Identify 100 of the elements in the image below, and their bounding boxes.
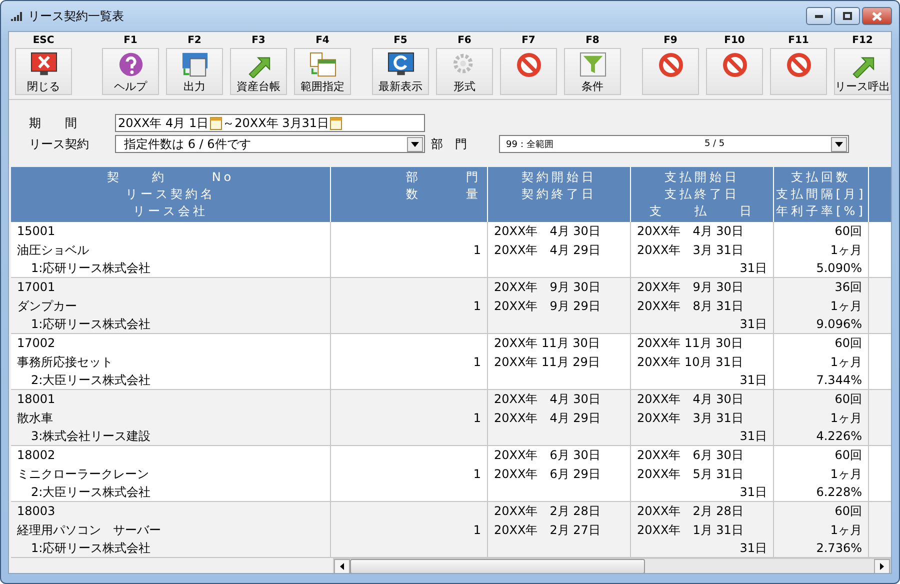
- filter-icon: [578, 51, 608, 78]
- column-header: 支払終了日: [664, 186, 740, 203]
- payment-day-cell-text: 31日: [740, 428, 767, 445]
- company-name: 1:応研リース株式会社: [30, 260, 151, 277]
- calendar-icon: [308, 51, 338, 78]
- dropdown-icon: [411, 142, 419, 146]
- contract-number: 17002: [17, 335, 56, 352]
- close-icon: [28, 51, 58, 78]
- contract-name: 経理用パソコン サーバー: [17, 522, 161, 538]
- scroll-right-button[interactable]: [874, 559, 890, 573]
- payment-count-cell-text: 60回: [834, 223, 862, 240]
- function-key-label: F9: [664, 34, 678, 48]
- field-label: 部 門: [431, 136, 468, 152]
- calendar-icon[interactable]: [210, 116, 222, 130]
- maximize-button[interactable]: [834, 7, 860, 25]
- column-header: 支払回数: [791, 169, 851, 186]
- left-arrow-icon: [340, 563, 344, 570]
- dropdown-button[interactable]: [831, 136, 847, 152]
- quantity-cell-text: 1: [473, 410, 481, 426]
- payment-count-cell-text: 60回: [834, 503, 862, 520]
- payment-count-cell-text: 60回: [834, 447, 862, 464]
- function-key-label: F4: [316, 34, 330, 48]
- toolbar-button[interactable]: [500, 48, 557, 95]
- toolbar-button[interactable]: 資産台帳: [230, 48, 287, 95]
- date-cell-text: 20XX年 6月 30日: [494, 447, 600, 464]
- company-name: 2:大臣リース株式会社: [30, 372, 151, 389]
- interval-cell-text: 1ヶ月: [830, 522, 862, 538]
- contract-name: 散水車: [17, 410, 53, 426]
- column-header: 支 払 日: [650, 203, 754, 220]
- contract-name: 事務所応接セット: [17, 354, 113, 370]
- quantity-cell-text: 1: [473, 354, 481, 370]
- interest-rate-cell-text: 2.736%: [816, 540, 862, 557]
- toolbar-button[interactable]: [642, 48, 699, 95]
- company-name: 1:応研リース株式会社: [30, 540, 151, 557]
- close-button[interactable]: [862, 7, 892, 25]
- table-row[interactable]: 18002 ミニクローラークレーン 2:大臣リース株式会社 1 20XX年 6月 30日 20XX年 6月 29日 20XX年 6月 30日 20XX年 5月 31日 31日 60回 1ヶ月 6.228%: [11, 446, 891, 502]
- payment-day-cell-text: 31日: [740, 316, 767, 333]
- toolbar-button[interactable]: 出力: [166, 48, 223, 95]
- minimize-button[interactable]: [806, 7, 832, 25]
- interval-cell-text: 1ヶ月: [830, 298, 862, 314]
- payment-day-cell-text: 31日: [740, 260, 767, 277]
- function-key-label: F1: [124, 34, 138, 48]
- date-cell-text: 20XX年 10月 31日: [637, 354, 743, 370]
- table-row[interactable]: 18003 経理用パソコン サーバー 1:応研リース株式会社 1 20XX年 2月 28日 20XX年 2月 27日 20XX年 2月 28日 20XX年 1月 31日 31日 60回 1ヶ月 2.736%: [11, 502, 891, 558]
- payment-count-cell-text: 60回: [834, 335, 862, 352]
- scrollbar-thumb[interactable]: [350, 559, 645, 573]
- toolbar-button[interactable]: [770, 48, 827, 95]
- date-cell-text: 20XX年 4月 29日: [494, 242, 600, 258]
- dropdown-icon: [835, 142, 843, 146]
- date-cell-text: 20XX年 4月 29日: [494, 410, 600, 426]
- horizontal-scrollbar[interactable]: [333, 558, 891, 573]
- toolbar-button[interactable]: [706, 48, 763, 95]
- toolbar-button[interactable]: 条件: [564, 48, 621, 95]
- field-label: リース契約: [29, 136, 90, 152]
- table-row[interactable]: 18001 散水車 3:株式会社リース建設 1 20XX年 4月 30日 20XX年 4月 29日 20XX年 4月 30日 20XX年 3月 31日 31日 60回 1ヶ月 4.226%: [11, 390, 891, 446]
- date-cell-text: 20XX年 4月 30日: [637, 391, 744, 408]
- payment-day-cell-text: 31日: [740, 372, 767, 389]
- department-select[interactable]: 99：全範囲 5 / 5: [499, 135, 849, 153]
- period-field[interactable]: 20XX年 4月 1日 ～20XX年 3月31日: [115, 114, 425, 132]
- table-row[interactable]: 15001 油圧ショベル 1:応研リース株式会社 1 20XX年 4月 30日 20XX年 4月 29日 20XX年 4月 30日 20XX年 3月 31日 31日 60回 1ヶ月 5.090%: [11, 222, 891, 278]
- toolbar-button[interactable]: 形式: [436, 48, 493, 95]
- date-cell-text: 20XX年 4月 30日: [494, 223, 600, 240]
- refresh-icon: [386, 51, 416, 78]
- function-key-label: F10: [724, 34, 745, 48]
- table-row[interactable]: 17001 ダンプカー 1:応研リース株式会社 1 20XX年 9月 30日 20XX年 9月 29日 20XX年 9月 30日 20XX年 8月 31日 31日 36回 1ヶ月 9.096%: [11, 278, 891, 334]
- function-key-label: F7: [522, 34, 536, 48]
- window-title: リース契約一覧表: [28, 8, 124, 24]
- payment-count-cell-text: 60回: [834, 391, 862, 408]
- table-row[interactable]: 17002 事務所応接セット 2:大臣リース株式会社 1 20XX年 11月 30日 20XX年 11月 29日 20XX年 11月 30日 20XX年 10月 31日 31日 60回 1ヶ月 7.344%: [11, 334, 891, 390]
- contract-name: ダンプカー: [17, 298, 77, 314]
- toolbar-button[interactable]: リース呼出: [834, 48, 891, 95]
- date-cell-text: 20XX年 8月 31日: [637, 298, 744, 314]
- interval-cell-text: 1ヶ月: [830, 466, 862, 482]
- interest-rate-cell-text: 6.228%: [816, 484, 862, 501]
- contract-select[interactable]: 指定件数は 6 / 6件です: [115, 135, 425, 153]
- dropdown-button[interactable]: [407, 136, 423, 152]
- maximize-icon: [842, 12, 852, 20]
- contract-number: 18003: [17, 503, 56, 520]
- toolbar-button[interactable]: 閉じる: [15, 48, 72, 95]
- contract-number: 18001: [17, 391, 56, 408]
- function-key-label: F2: [188, 34, 202, 48]
- calendar-icon[interactable]: [330, 116, 342, 130]
- date-cell-text: 20XX年 6月 30日: [637, 447, 744, 464]
- payment-count-cell-text: 36回: [834, 279, 862, 296]
- function-key-label: F11: [788, 34, 809, 48]
- function-key-label: F5: [394, 34, 408, 48]
- toolbar-button[interactable]: ヘルプ: [102, 48, 159, 95]
- date-cell-text: 20XX年 11月 30日: [637, 335, 743, 352]
- date-cell-text: 20XX年 2月 28日: [494, 503, 600, 520]
- toolbar-button[interactable]: 範囲指定: [294, 48, 351, 95]
- date-cell-text: 20XX年 11月 29日: [494, 354, 600, 370]
- contract-name: 油圧ショベル: [17, 242, 89, 258]
- scroll-left-button[interactable]: [334, 559, 350, 573]
- quantity-cell-text: 1: [473, 466, 481, 482]
- toolbar-button[interactable]: 最新表示: [372, 48, 429, 95]
- date-cell-text: 20XX年 1月 31日: [637, 522, 744, 538]
- interest-rate-cell-text: 4.226%: [816, 428, 862, 445]
- interval-cell-text: 1ヶ月: [830, 410, 862, 426]
- company-name: 2:大臣リース株式会社: [30, 484, 151, 501]
- quantity-cell-text: 1: [473, 298, 481, 314]
